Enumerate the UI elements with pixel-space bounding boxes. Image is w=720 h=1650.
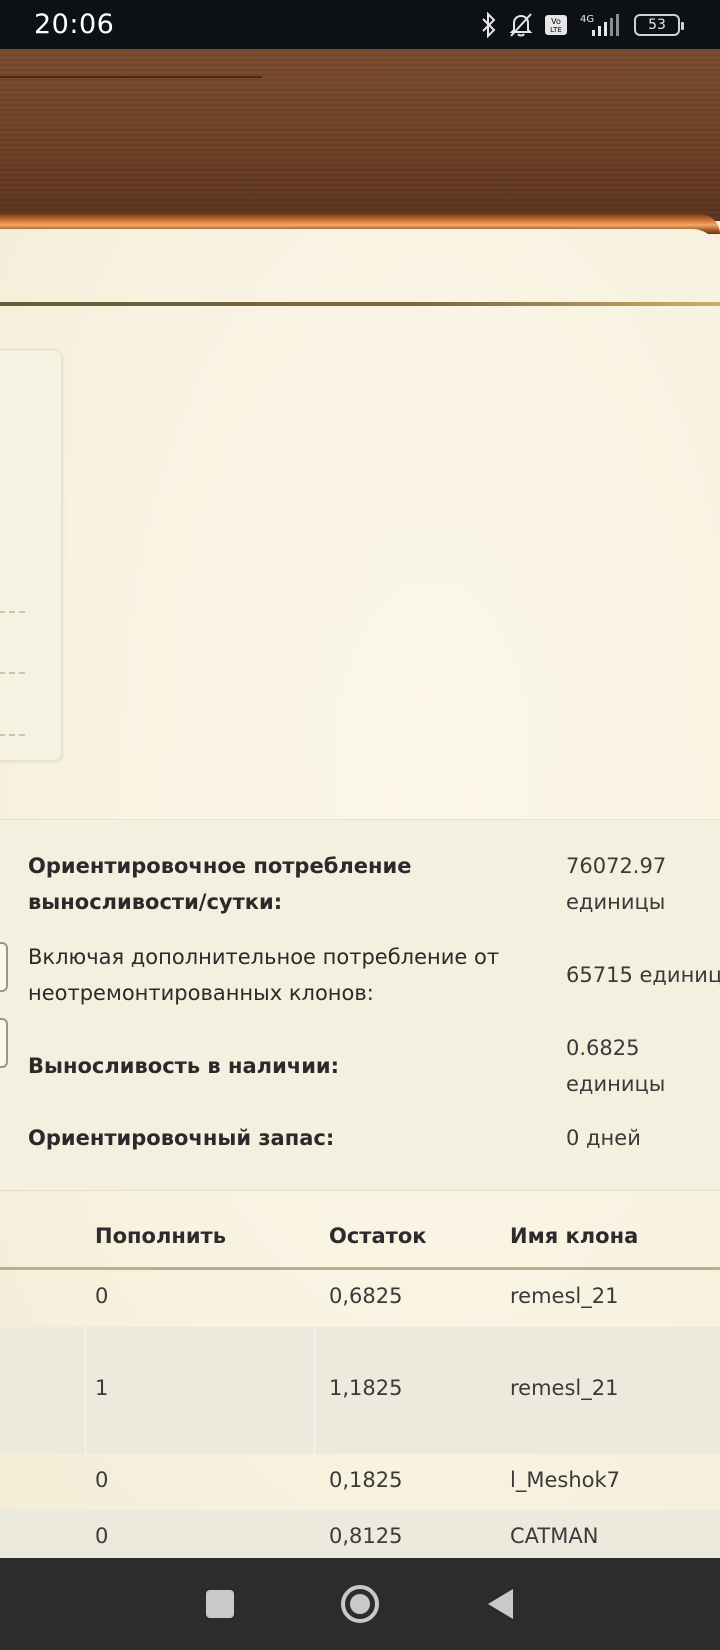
svg-text:LTE: LTE (550, 26, 562, 34)
circle-icon (341, 1585, 379, 1623)
cell-remainder: 0,8125 (329, 1524, 403, 1548)
table-header: Пополнить Остаток Имя клона (0, 1208, 720, 1270)
column-separator (314, 1327, 315, 1454)
wooden-header (0, 49, 720, 234)
signal-icon: 4G (578, 12, 624, 38)
gridline (0, 611, 25, 613)
network-label: 4G (580, 14, 594, 25)
cell-replenish: 0 (95, 1524, 109, 1548)
status-bar: 20:06 Vo LTE 4G 53 (0, 0, 720, 49)
side-tab[interactable] (0, 942, 8, 992)
recents-button[interactable] (185, 1569, 255, 1639)
header-divider (0, 76, 262, 78)
status-time: 20:06 (34, 9, 115, 40)
cell-remainder: 0,6825 (329, 1284, 403, 1308)
column-header-remainder[interactable]: Остаток (329, 1224, 427, 1248)
column-header-replenish[interactable]: Пополнить (95, 1224, 226, 1248)
cell-remainder: 1,1825 (329, 1376, 403, 1400)
table-row[interactable]: 0 0,6825 remesl_21 (0, 1270, 720, 1327)
table-row[interactable]: 0 0,1825 l_Meshok7 (0, 1454, 720, 1510)
chart-panel (0, 349, 62, 761)
side-tab[interactable] (0, 1018, 8, 1068)
mute-bell-icon (508, 12, 534, 38)
back-triangle-icon (488, 1589, 513, 1619)
svg-text:Vo: Vo (551, 17, 561, 26)
battery-icon: 53 (634, 13, 684, 36)
home-button[interactable] (325, 1569, 395, 1639)
extra-consumption-label: Включая дополнительное потребление от не… (28, 945, 500, 1005)
bluetooth-icon (480, 11, 498, 38)
cell-replenish: 0 (95, 1468, 109, 1492)
stamina-available-value: 0.6825 единицы (566, 1036, 666, 1096)
reserve-value: 0 дней (566, 1126, 641, 1150)
cell-clone-name: l_Meshok7 (510, 1468, 620, 1492)
cell-remainder: 0,1825 (329, 1468, 403, 1492)
extra-consumption-value: 65715 единиц (566, 963, 720, 987)
summary-section: Ориентировочное потребление выносливости… (0, 819, 720, 1191)
gridline (0, 672, 25, 674)
status-icons: Vo LTE 4G 53 (480, 11, 684, 38)
cell-clone-name: CATMAN (510, 1524, 599, 1548)
square-icon (206, 1590, 234, 1618)
cell-replenish: 0 (95, 1284, 109, 1308)
back-button[interactable] (465, 1569, 535, 1639)
reserve-label: Ориентировочный запас: (28, 1126, 335, 1150)
gold-divider (0, 302, 720, 306)
navigation-bar (0, 1558, 720, 1650)
gridline (0, 734, 25, 736)
cell-clone-name: remesl_21 (510, 1376, 619, 1400)
cell-clone-name: remesl_21 (510, 1284, 619, 1308)
column-header-clone-name[interactable]: Имя клона (510, 1224, 638, 1248)
stamina-consumption-label: Ориентировочное потребление выносливости… (28, 854, 412, 914)
table-row[interactable]: 1 1,1825 remesl_21 (0, 1327, 720, 1454)
volte-icon: Vo LTE (544, 14, 568, 36)
stamina-available-label: Выносливость в наличии: (28, 1054, 340, 1078)
column-separator (85, 1327, 86, 1454)
cell-replenish: 1 (95, 1376, 109, 1400)
table-row[interactable]: 0 0,8125 CATMAN (0, 1510, 720, 1558)
stamina-consumption-value: 76072.97 единицы (566, 854, 667, 914)
